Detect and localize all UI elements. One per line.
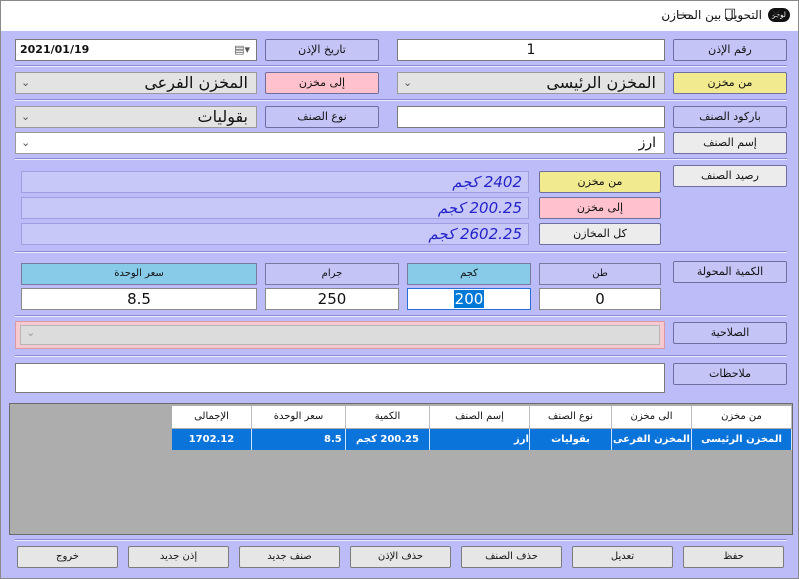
save-button[interactable]: حفظ xyxy=(683,546,784,568)
table-cell[interactable]: المخزن الفرعى xyxy=(612,429,692,450)
balance-all-stores-label: كل المخازن xyxy=(539,223,661,245)
voucher-date-label: تاريخ الإذن xyxy=(265,39,379,61)
divider xyxy=(15,251,787,253)
table-header-item-name[interactable]: إسم الصنف xyxy=(430,406,530,428)
to-store-label: إلى مخزن xyxy=(265,72,379,94)
chevron-down-icon: ⌄ xyxy=(21,76,31,89)
chevron-down-icon: ⌄ xyxy=(21,136,31,149)
item-name-label: إسم الصنف xyxy=(673,132,787,154)
qty-kg-value: 200 xyxy=(453,290,485,308)
divider xyxy=(15,99,787,101)
title-bar: لوجو التحويل بين المخازن — ☐ ✕ xyxy=(1,1,798,31)
to-store-value: المخزن الفرعى xyxy=(144,73,248,92)
divider xyxy=(15,539,787,541)
transfer-qty-label: الكمية المحولة xyxy=(673,261,787,283)
notes-label: ملاحظات xyxy=(673,363,787,385)
transfer-items-table[interactable]: من مخزن الى مخزن نوع الصنف إسم الصنف الك… xyxy=(9,403,793,535)
item-balance-label: رصيد الصنف xyxy=(673,165,787,187)
table-cell[interactable]: 200.25 كجم xyxy=(346,429,430,450)
from-store-label: من مخزن xyxy=(673,72,787,94)
table-header-to-store[interactable]: الى مخزن xyxy=(612,406,692,428)
unit-kg-header: كجم xyxy=(407,263,531,285)
chevron-down-icon: ⌄ xyxy=(26,326,36,339)
table-header-from-store[interactable]: من مخزن xyxy=(692,406,792,428)
voucher-date-picker[interactable]: 2021/01/19 ▤▾ xyxy=(15,39,257,61)
from-store-select[interactable]: المخزن الرئيسى ⌄ xyxy=(397,72,665,94)
app-window: لوجو التحويل بين المخازن — ☐ ✕ رقم الإذن… xyxy=(0,0,799,579)
unit-ton-header: طن xyxy=(539,263,661,285)
divider xyxy=(15,315,787,317)
unit-gram-header: جرام xyxy=(265,263,399,285)
table-header-quantity[interactable]: الكمية xyxy=(346,406,430,428)
from-store-value: المخزن الرئيسى xyxy=(546,73,656,92)
qty-ton-input[interactable]: 0 xyxy=(539,288,661,310)
table-cell[interactable]: 8.5 xyxy=(252,429,346,450)
divider xyxy=(15,355,787,357)
qty-gram-input[interactable]: 250 xyxy=(265,288,399,310)
close-button[interactable]: ✕ xyxy=(753,1,799,31)
table-cell[interactable]: بقوليات xyxy=(530,429,612,450)
table-header-item-type[interactable]: نوع الصنف xyxy=(530,406,612,428)
barcode-input[interactable] xyxy=(397,106,665,128)
chevron-down-icon: ⌄ xyxy=(403,76,413,89)
item-type-select[interactable]: بقوليات ⌄ xyxy=(15,106,257,128)
delete-voucher-button[interactable]: حذف الإذن xyxy=(350,546,451,568)
qty-kg-input[interactable]: 200 xyxy=(407,288,531,310)
validity-select-frame: ⌄ xyxy=(15,321,665,349)
minimize-button[interactable]: — xyxy=(661,1,707,31)
notes-input[interactable] xyxy=(15,363,665,393)
table-header-total[interactable]: الإجمالى xyxy=(172,406,252,428)
maximize-button[interactable]: ☐ xyxy=(707,1,753,31)
table-header-unit-price[interactable]: سعر الوحدة xyxy=(252,406,346,428)
delete-item-button[interactable]: حذف الصنف xyxy=(461,546,562,568)
edit-button[interactable]: تعديل xyxy=(572,546,673,568)
item-type-label: نوع الصنف xyxy=(265,106,379,128)
item-name-select[interactable]: ارز ⌄ xyxy=(15,132,665,154)
to-store-select[interactable]: المخزن الفرعى ⌄ xyxy=(15,72,257,94)
table-cell[interactable]: ارز xyxy=(430,429,530,450)
unit-price-input[interactable]: 8.5 xyxy=(21,288,257,310)
balance-from-store-label: من مخزن xyxy=(539,171,661,193)
chevron-down-icon: ⌄ xyxy=(21,110,31,123)
item-type-value: بقوليات xyxy=(197,107,248,126)
new-voucher-button[interactable]: إذن جديد xyxy=(128,546,229,568)
divider xyxy=(15,158,787,160)
new-item-button[interactable]: صنف جديد xyxy=(239,546,340,568)
table-cell[interactable]: المخزن الرئيسى xyxy=(692,429,792,450)
balance-to-store-label: إلى مخزن xyxy=(539,197,661,219)
exit-button[interactable]: خروج xyxy=(17,546,118,568)
unit-price-header: سعر الوحدة xyxy=(21,263,257,285)
balance-to-store-value: 200.25 كجم xyxy=(21,197,529,219)
calendar-dropdown-icon[interactable]: ▤▾ xyxy=(234,40,250,60)
balance-all-stores-value: 2602.25 كجم xyxy=(21,223,529,245)
voucher-no-field[interactable]: 1 xyxy=(397,39,665,61)
barcode-label: باركود الصنف xyxy=(673,106,787,128)
voucher-no-label: رقم الإذن xyxy=(673,39,787,61)
item-name-value: ارز xyxy=(638,135,656,151)
balance-from-store-value: 2402 كجم xyxy=(21,171,529,193)
divider xyxy=(15,65,787,67)
voucher-date-value: 2021/01/19 xyxy=(20,43,90,56)
validity-label: الصلاحية xyxy=(673,322,787,344)
table-cell[interactable]: 1702.12 xyxy=(172,429,252,450)
validity-select[interactable]: ⌄ xyxy=(20,325,660,345)
